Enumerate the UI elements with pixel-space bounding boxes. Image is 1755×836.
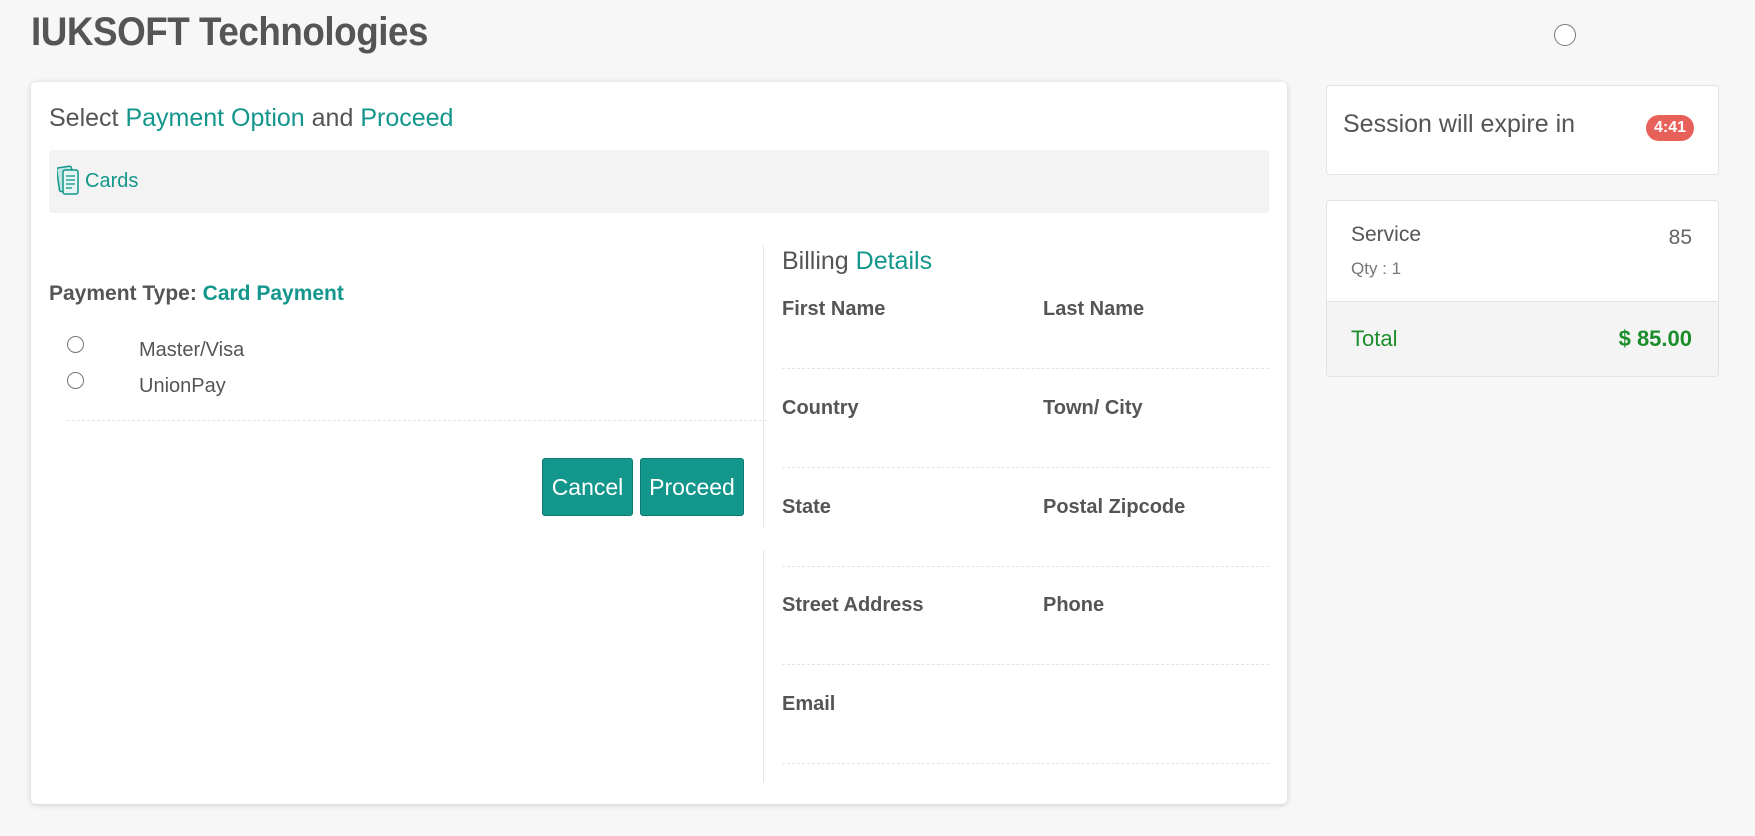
payment-type-value: Card Payment (202, 282, 344, 305)
state-label: State (782, 496, 831, 518)
panel-heading: Select Payment Option and Proceed (49, 104, 453, 133)
order-summary-card: Service Qty : 1 85 Total $ 85.00 (1326, 200, 1719, 377)
heading-prefix: Select (49, 104, 126, 132)
location-field-line (782, 467, 1269, 468)
session-card: Session will expire in 4:41 (1326, 85, 1719, 175)
proceed-button[interactable]: Proceed (640, 458, 744, 516)
heading-middle: and (304, 104, 361, 132)
cards-icon (55, 165, 81, 197)
top-radio-icon[interactable] (1554, 24, 1576, 46)
state-field-line (782, 566, 1269, 567)
radio-unionpay[interactable] (67, 372, 84, 389)
town-city-label: Town/ City (1043, 397, 1143, 419)
option-master-visa[interactable]: Master/Visa (67, 336, 244, 361)
billing-title: Billing Details (782, 247, 932, 276)
heading-accent-proceed: Proceed (360, 104, 454, 132)
email-field-line (782, 763, 1269, 764)
service-amount: 85 (1668, 226, 1692, 249)
total-label: Total (1351, 326, 1398, 351)
payment-type-label: Payment Type: (49, 282, 203, 305)
payment-tab-bar: Cards (49, 150, 1269, 213)
tab-cards-label: Cards (85, 169, 139, 192)
street-address-label: Street Address (782, 594, 924, 616)
address-field-line (782, 664, 1269, 665)
total-value: $ 85.00 (1618, 326, 1692, 351)
session-timer-badge: 4:41 (1645, 115, 1694, 141)
total-row: Total $ 85.00 (1327, 301, 1718, 376)
cancel-button[interactable]: Cancel (542, 458, 633, 516)
first-name-label: First Name (782, 298, 886, 320)
options-divider (67, 420, 767, 421)
phone-label: Phone (1043, 594, 1105, 616)
heading-accent-payment-option: Payment Option (125, 104, 305, 132)
billing-title-prefix: Billing (782, 247, 856, 275)
tab-cards[interactable]: Cards (55, 165, 139, 197)
radio-master-visa[interactable] (67, 336, 84, 353)
postal-zipcode-label: Postal Zipcode (1043, 496, 1186, 518)
column-divider-top (763, 245, 764, 527)
session-text: Session will expire in (1343, 110, 1576, 138)
option-unionpay-label: UnionPay (139, 375, 226, 397)
service-qty: Qty : 1 (1351, 259, 1402, 278)
option-master-visa-label: Master/Visa (139, 339, 245, 361)
brand-title: IUKSOFT Technologies (31, 10, 428, 54)
service-name: Service (1351, 223, 1422, 246)
column-divider-bottom (763, 550, 764, 782)
payment-panel: Select Payment Option and Proceed Cards … (31, 82, 1287, 804)
name-field-line (782, 368, 1269, 369)
billing-title-accent: Details (855, 247, 933, 275)
email-label: Email (782, 693, 836, 715)
option-unionpay[interactable]: UnionPay (67, 372, 226, 397)
payment-type: Payment Type: Card Payment (49, 282, 344, 306)
last-name-label: Last Name (1043, 298, 1145, 320)
country-label: Country (782, 397, 859, 419)
